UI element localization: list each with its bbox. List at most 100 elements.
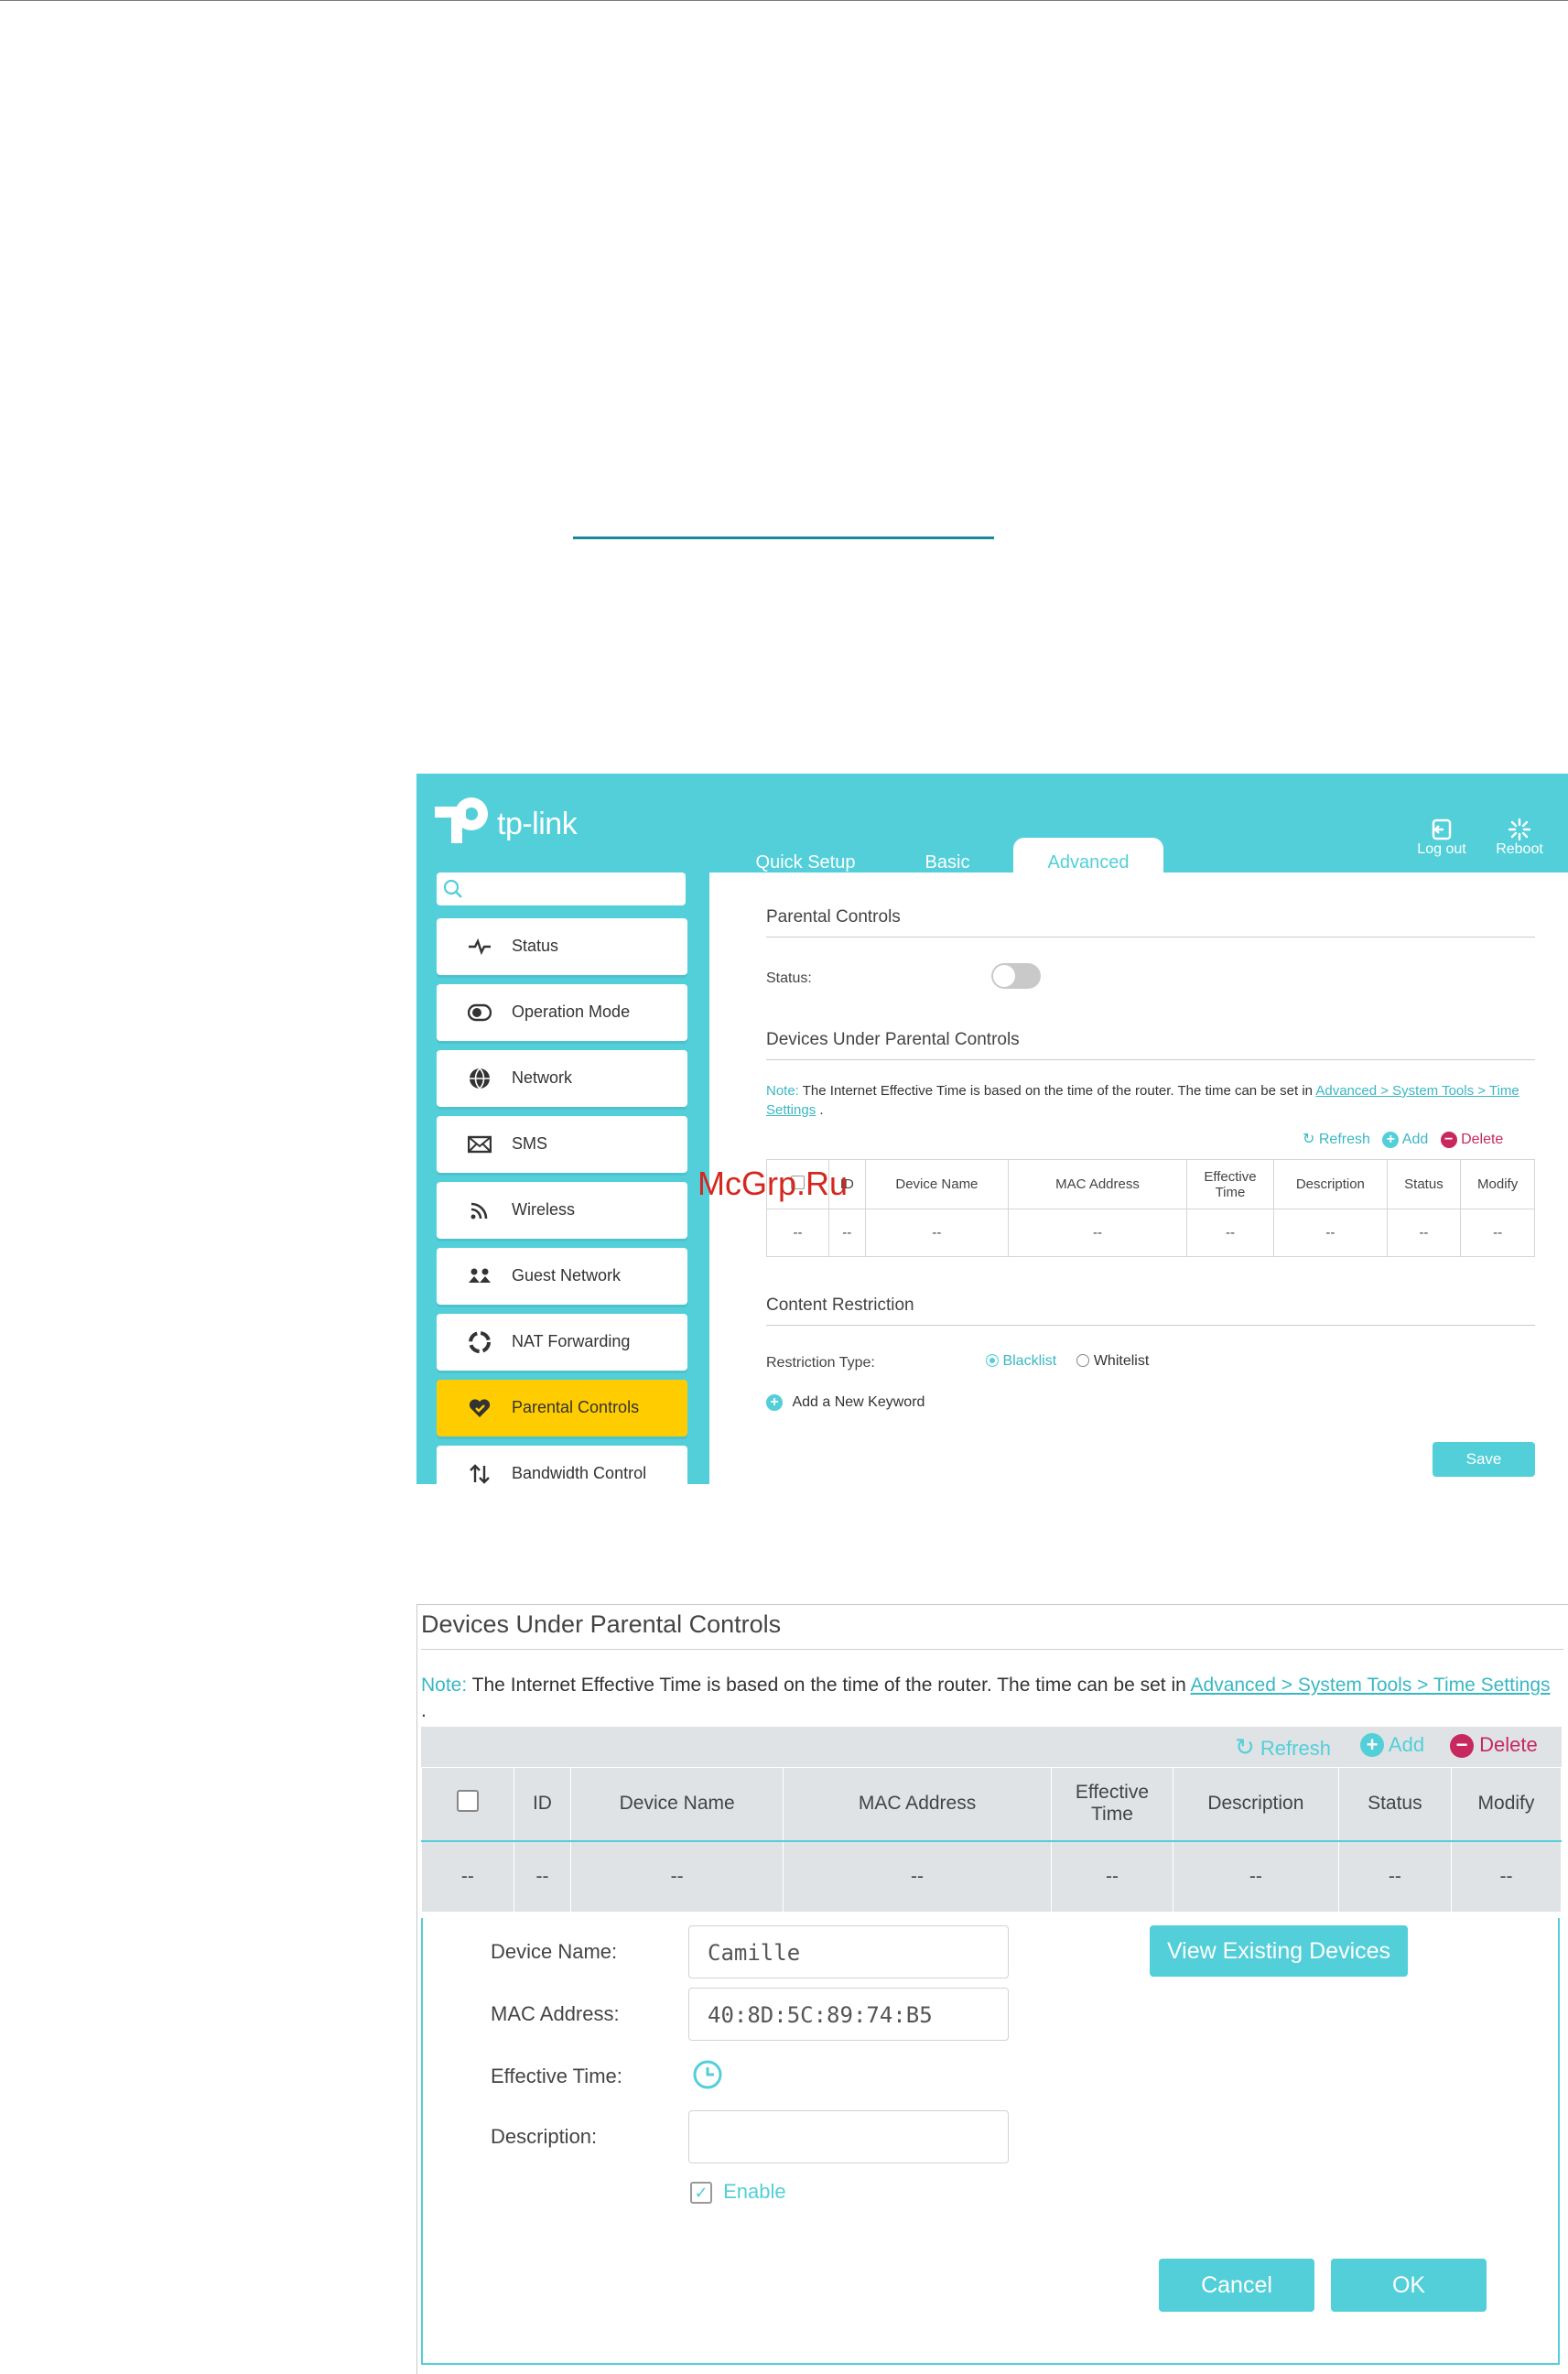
dialog-title: Devices Under Parental Controls [421, 1610, 782, 1638]
table-cell: -- [1050, 1839, 1173, 1913]
add-button[interactable]: + Add [1382, 1132, 1429, 1148]
note-end: . [819, 1102, 824, 1118]
add-label: Add [1401, 1132, 1429, 1147]
table-cell: -- [1337, 1839, 1452, 1913]
refresh-label: Refresh [1260, 1737, 1331, 1760]
sidebar-item-status[interactable]: Status [437, 918, 687, 975]
sidebar-item-label: Wireless [512, 1200, 576, 1219]
note-end: . [421, 1700, 427, 1721]
column-header: Modify [1460, 1159, 1535, 1209]
delete-button[interactable]: − Delete [1450, 1733, 1538, 1758]
sidebar-item-wireless[interactable]: Wireless [437, 1182, 687, 1239]
refresh-icon: ↻ [1235, 1733, 1255, 1761]
note-label: Note: [421, 1675, 468, 1696]
guests-icon [469, 1268, 491, 1283]
add-icon: + [1360, 1733, 1384, 1757]
delete-button[interactable]: − Delete [1440, 1132, 1504, 1148]
sidebar-item-label: NAT Forwarding [512, 1332, 631, 1350]
devices-table: ID Device Name MAC Address Effective Tim… [421, 1767, 1563, 1913]
table-cell: -- [1460, 1209, 1535, 1257]
sidebar-item-sms[interactable]: SMS [437, 1116, 687, 1173]
blacklist-radio[interactable]: Blacklist [986, 1353, 1056, 1369]
refresh-button[interactable]: ↻ Refresh [1303, 1132, 1370, 1147]
toggle-mode-icon [468, 1003, 492, 1022]
add-icon: + [1382, 1132, 1400, 1148]
select-all-checkbox[interactable] [456, 1790, 479, 1813]
table-cell: -- [1273, 1209, 1388, 1257]
restriction-type-label: Restriction Type: [766, 1355, 875, 1371]
checkbox-checked-icon: ✓ [690, 2182, 712, 2204]
table-cell: -- [570, 1839, 784, 1913]
add-button[interactable]: + Add [1360, 1733, 1424, 1757]
sidebar-item-guest-network[interactable]: Guest Network [437, 1248, 687, 1305]
nat-icon [469, 1331, 491, 1353]
time-settings-link[interactable]: Advanced > System Tools > Time Settings [1191, 1675, 1551, 1696]
ok-button[interactable]: OK [1331, 2259, 1487, 2312]
globe-icon [470, 1068, 490, 1089]
column-header: MAC Address [1008, 1159, 1187, 1209]
sidebar-item-label: Operation Mode [512, 1003, 631, 1021]
table-header-row: ID Device Name MAC Address Effective Tim… [421, 1767, 1563, 1841]
refresh-label: Refresh [1318, 1132, 1370, 1147]
reboot-label: Reboot [1496, 841, 1543, 857]
radio-selected-icon [986, 1354, 999, 1367]
sidebar-item-parental-controls[interactable]: Parental Controls [437, 1380, 687, 1436]
view-existing-devices-button[interactable]: View Existing Devices [1150, 1925, 1408, 1977]
device-name-input[interactable]: Camille [688, 1925, 1009, 1978]
table-cell: -- [765, 1209, 830, 1257]
envelope-icon [468, 1135, 492, 1154]
reboot-button[interactable]: Reboot [1487, 818, 1552, 858]
logout-button[interactable]: Log out [1410, 818, 1474, 858]
heart-shield-icon [469, 1399, 491, 1417]
mac-address-input[interactable]: 40:8D:5C:89:74:B5 [688, 1988, 1009, 2041]
decorative-teal-rule [573, 537, 994, 539]
page-top-rule [0, 0, 1568, 1]
description-input[interactable] [688, 2110, 1009, 2163]
column-header: Device Name [570, 1767, 784, 1841]
column-header: Modify [1450, 1767, 1563, 1841]
table-cell: -- [1185, 1209, 1275, 1257]
sidebar-item-bandwidth-control[interactable]: Bandwidth Control [437, 1446, 687, 1484]
note-label: Note: [766, 1083, 799, 1099]
section-divider [766, 937, 1535, 938]
clock-icon[interactable] [692, 2059, 723, 2090]
status-toggle[interactable] [991, 963, 1041, 989]
sidebar-item-label: Parental Controls [512, 1398, 640, 1416]
sidebar-item-network[interactable]: Network [437, 1050, 687, 1107]
arrows-updown-icon [470, 1464, 490, 1484]
sidebar-item-operation-mode[interactable]: Operation Mode [437, 984, 687, 1041]
search-icon [443, 879, 462, 898]
toggle-knob [993, 965, 1015, 987]
whitelist-radio[interactable]: Whitelist [1076, 1353, 1149, 1369]
table-cell: -- [828, 1209, 866, 1257]
enable-checkbox[interactable]: ✓ Enable [690, 2180, 786, 2204]
section-title-devices: Devices Under Parental Controls [766, 1030, 1020, 1049]
menu-search-input[interactable] [437, 873, 686, 905]
logout-label: Log out [1417, 841, 1466, 857]
section-divider [421, 1649, 1563, 1650]
save-button[interactable]: Save [1433, 1442, 1535, 1477]
sidebar-item-label: SMS [512, 1134, 548, 1153]
table-cell: -- [783, 1839, 1052, 1913]
table-cell: -- [1172, 1839, 1339, 1913]
mac-address-label: MAC Address: [491, 2002, 620, 2025]
refresh-button[interactable]: ↻ Refresh [1235, 1733, 1331, 1762]
column-header: Status [1337, 1767, 1452, 1841]
select-all-cell [421, 1767, 514, 1841]
add-label: Add [1388, 1733, 1425, 1756]
column-header: Device Name [864, 1159, 1010, 1209]
cancel-button[interactable]: Cancel [1159, 2259, 1314, 2312]
blacklist-label: Blacklist [1002, 1353, 1057, 1369]
reboot-icon [1508, 818, 1531, 841]
tp-link-logo-icon [435, 797, 488, 843]
pulse-icon [469, 938, 491, 956]
note-text: The Internet Effective Time is based on … [471, 1675, 1186, 1696]
brand-logo-text: tp-link [497, 807, 578, 841]
add-keyword-button[interactable]: + Add a New Keyword [766, 1394, 925, 1411]
sidebar-item-label: Bandwidth Control [512, 1464, 647, 1482]
sidebar-item-nat-forwarding[interactable]: NAT Forwarding [437, 1314, 687, 1371]
status-label: Status: [766, 970, 812, 986]
sidebar-item-label: Status [512, 937, 559, 955]
enable-label: Enable [723, 2180, 786, 2203]
delete-label: Delete [1461, 1132, 1504, 1147]
